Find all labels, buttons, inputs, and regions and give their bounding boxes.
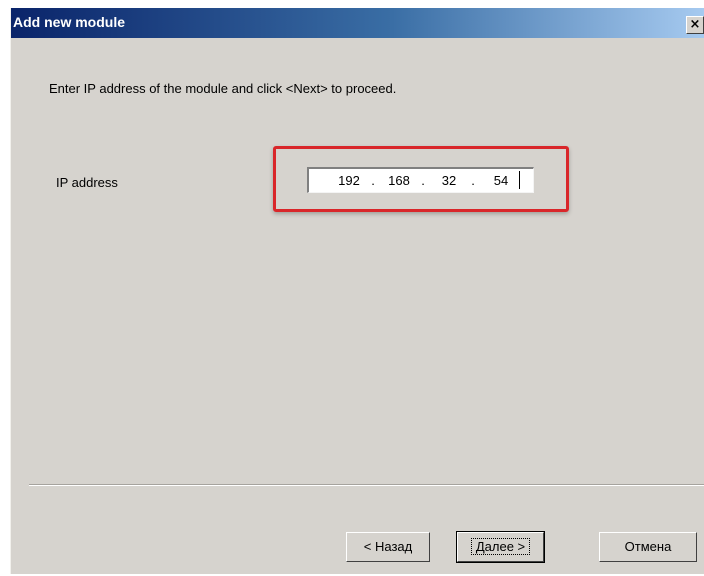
ip-dot-1: . — [371, 173, 375, 188]
ip-octet-4[interactable]: 54 — [483, 173, 519, 188]
ip-dot-3: . — [471, 173, 475, 188]
instruction-text: Enter IP address of the module and click… — [49, 81, 397, 96]
add-module-dialog: Add new module × Enter IP address of the… — [10, 8, 704, 574]
cancel-button[interactable]: Отмена — [599, 532, 697, 562]
back-button[interactable]: < Назад — [346, 532, 430, 562]
ip-address-input[interactable]: 192 . 168 . 32 . 54 — [307, 167, 534, 193]
ip-octet-2[interactable]: 168 — [381, 173, 417, 188]
next-button[interactable]: Далее > — [456, 531, 545, 563]
next-button-label: Далее > — [470, 538, 531, 555]
ip-dot-2: . — [421, 173, 425, 188]
dialog-title: Add new module — [13, 14, 125, 30]
button-separator — [29, 484, 704, 486]
ip-octet-1[interactable]: 192 — [331, 173, 367, 188]
ip-octet-3[interactable]: 32 — [431, 173, 467, 188]
close-icon[interactable]: × — [686, 16, 704, 34]
ip-address-label: IP address — [56, 175, 118, 190]
title-bar[interactable]: Add new module × — [11, 8, 704, 38]
text-caret — [519, 171, 520, 189]
